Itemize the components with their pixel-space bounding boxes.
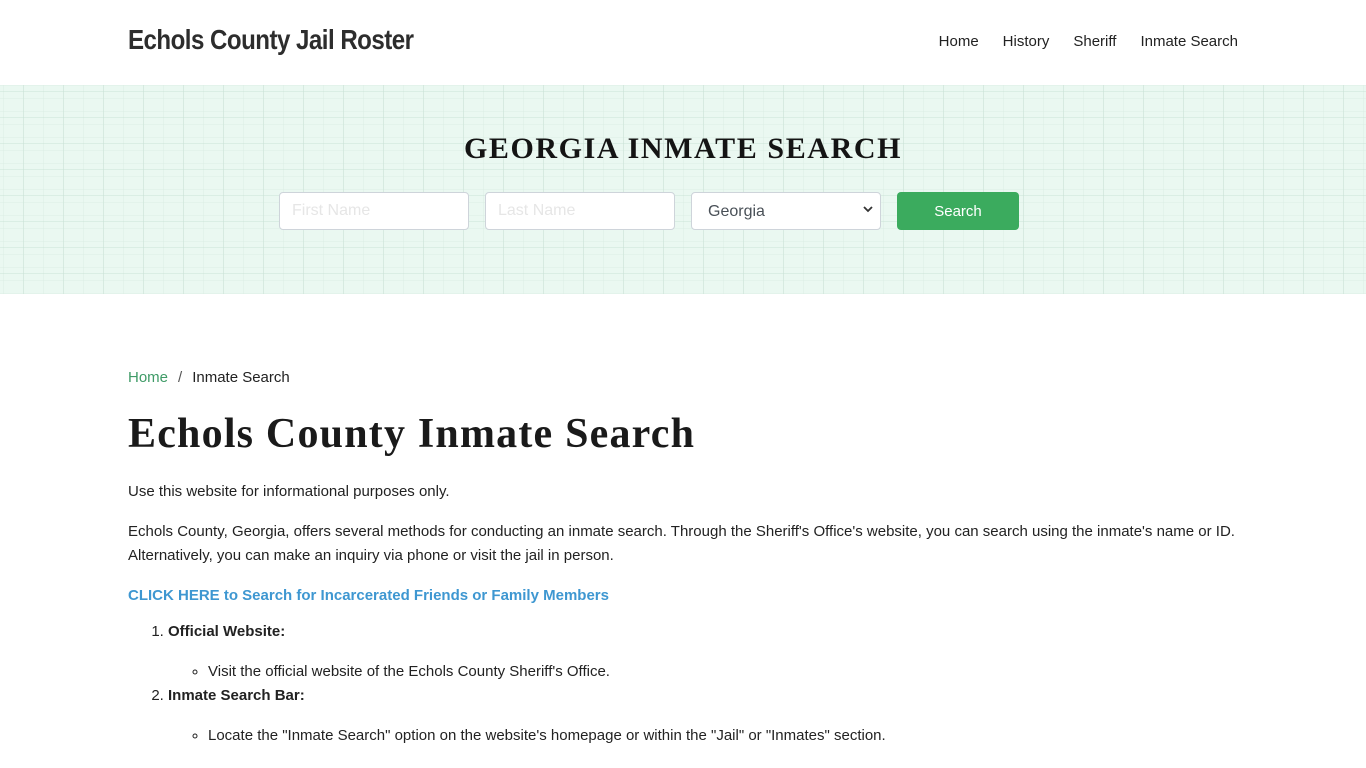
- first-name-input[interactable]: [279, 192, 469, 230]
- state-select-wrapper: Georgia: [691, 192, 881, 230]
- site-brand-link[interactable]: Echols County Jail Roster: [128, 24, 414, 56]
- inmate-search-form: Georgia Search: [279, 192, 1019, 230]
- step-title: Official Website:: [168, 623, 286, 640]
- page-title: Echols County Inmate Search: [128, 411, 696, 457]
- search-banner: GEORGIA INMATE SEARCH Georgia Search: [0, 85, 1366, 294]
- step-bullet: Visit the official website of the Echols…: [208, 660, 1238, 684]
- step-item: Inmate Search Bar: Locate the "Inmate Se…: [168, 684, 1238, 748]
- intro-text: Use this website for informational purpo…: [128, 483, 450, 500]
- nav-sheriff[interactable]: Sheriff: [1073, 33, 1116, 50]
- article-body: Use this website for informational purpo…: [128, 480, 1238, 748]
- breadcrumb-current: Inmate Search: [192, 369, 290, 386]
- banner-title: GEORGIA INMATE SEARCH: [463, 132, 903, 165]
- step-bullets: Locate the "Inmate Search" option on the…: [208, 724, 1238, 748]
- step-bullet: Locate the "Inmate Search" option on the…: [208, 724, 1238, 748]
- nav-home[interactable]: Home: [939, 33, 979, 50]
- main-nav: Home History Sheriff Inmate Search: [939, 33, 1238, 50]
- state-select[interactable]: Georgia: [691, 192, 881, 230]
- step-bullets: Visit the official website of the Echols…: [208, 660, 1238, 684]
- main-content: Home / Inmate Search Echols County Inmat…: [0, 369, 1366, 748]
- search-button[interactable]: Search: [897, 192, 1019, 230]
- step-title: Inmate Search Bar:: [168, 687, 305, 704]
- description-paragraph: Echols County, Georgia, offers several m…: [128, 523, 1235, 564]
- last-name-input[interactable]: [485, 192, 675, 230]
- breadcrumb-home[interactable]: Home: [128, 369, 168, 386]
- nav-history[interactable]: History: [1003, 33, 1050, 50]
- site-header: Echols County Jail Roster Home History S…: [0, 0, 1366, 85]
- breadcrumb: Home / Inmate Search: [128, 369, 1238, 386]
- steps-list: Official Website: Visit the official web…: [168, 620, 1238, 748]
- breadcrumb-separator: /: [178, 369, 183, 386]
- nav-inmate-search[interactable]: Inmate Search: [1140, 33, 1238, 50]
- search-friends-family-link[interactable]: CLICK HERE to Search for Incarcerated Fr…: [128, 587, 609, 604]
- step-item: Official Website: Visit the official web…: [168, 620, 1238, 684]
